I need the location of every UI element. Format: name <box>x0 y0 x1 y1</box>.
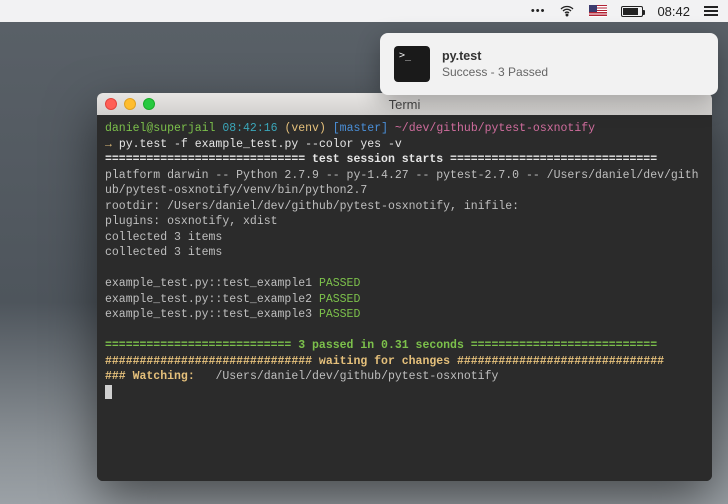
battery-icon[interactable] <box>621 6 643 17</box>
notification-banner[interactable]: >_ py.test Success - 3 Passed <box>380 33 718 95</box>
rootdir-line: rootdir: /Users/daniel/dev/github/pytest… <box>105 200 519 213</box>
test-status: PASSED <box>319 308 360 321</box>
collected-line: collected 3 items <box>105 246 222 259</box>
prompt-time: 08:42:16 <box>222 122 277 135</box>
terminal-app-icon: >_ <box>394 46 430 82</box>
notification-center-icon[interactable] <box>704 6 718 16</box>
watching-label: ### Watching: <box>105 370 195 383</box>
test-name: example_test.py::test_example2 <box>105 293 312 306</box>
prompt-user-host: daniel@superjail <box>105 122 215 135</box>
plugins-line: plugins: osxnotify, xdist <box>105 215 278 228</box>
platform-line: platform darwin -- Python 2.7.9 -- py-1.… <box>105 169 699 198</box>
prompt-branch: [master] <box>333 122 388 135</box>
watching-path: /Users/daniel/dev/github/pytest-osxnotif… <box>215 370 498 383</box>
collected-line: collected 3 items <box>105 231 222 244</box>
summary-line: =========================== 3 passed in … <box>105 339 657 352</box>
test-name: example_test.py::test_example1 <box>105 277 312 290</box>
session-header: ============================= test sessi… <box>105 153 657 166</box>
notification-title: py.test <box>442 49 548 63</box>
wifi-icon[interactable] <box>559 3 575 19</box>
test-status: PASSED <box>319 293 360 306</box>
terminal-content[interactable]: daniel@superjail 08:42:16 (venv) [master… <box>97 115 712 481</box>
notification-text: py.test Success - 3 Passed <box>442 49 548 79</box>
menu-extra-icon[interactable] <box>531 5 546 17</box>
window-title: Termi <box>97 97 712 112</box>
test-status: PASSED <box>319 277 360 290</box>
command-text: py.test -f example_test.py --color yes -… <box>119 138 402 151</box>
waiting-line: ############################## waiting f… <box>105 355 664 368</box>
input-source-flag-icon[interactable] <box>589 5 607 17</box>
terminal-window: Termi daniel@superjail 08:42:16 (venv) [… <box>97 93 712 481</box>
terminal-cursor <box>105 385 112 399</box>
notification-subtitle: Success - 3 Passed <box>442 65 548 79</box>
prompt-cwd: ~/dev/github/pytest-osxnotify <box>395 122 595 135</box>
macos-menubar: 08:42 <box>0 0 728 22</box>
prompt-venv: (venv) <box>284 122 325 135</box>
menubar-clock[interactable]: 08:42 <box>657 4 690 19</box>
window-titlebar[interactable]: Termi <box>97 93 712 115</box>
prompt-symbol: → <box>105 138 112 151</box>
test-name: example_test.py::test_example3 <box>105 308 312 321</box>
